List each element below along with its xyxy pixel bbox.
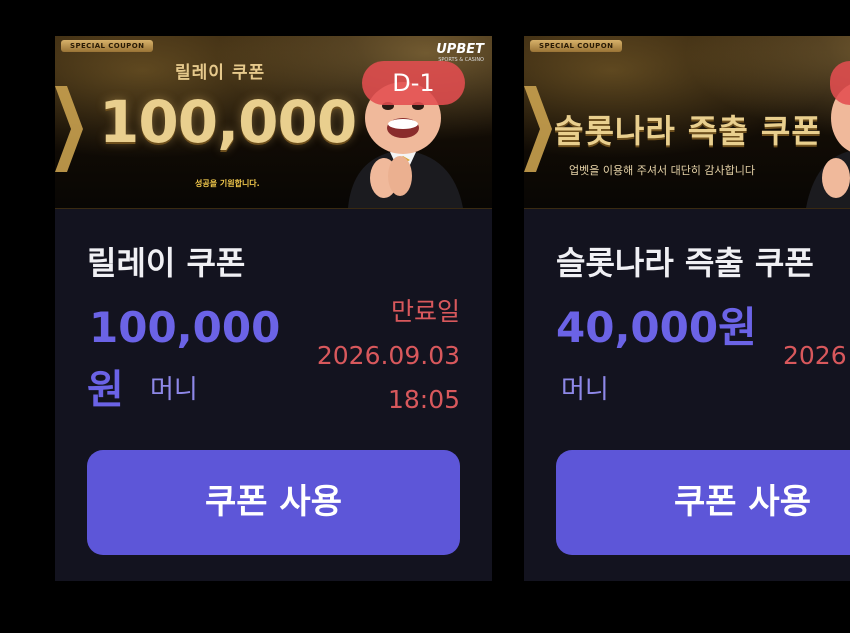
use-coupon-button[interactable]: 쿠폰 사용	[87, 450, 460, 555]
coupon-amount: 100,000	[89, 303, 281, 352]
banner-subtitle: 릴레이 쿠폰	[175, 63, 266, 83]
coupon-card: SPECIAL COUPON 슬롯나라 즉출 쿠폰 업벳을 이용해 주셔서 대단…	[524, 36, 850, 581]
coupon-title: 슬롯나라 즉출 쿠폰	[556, 244, 814, 282]
d-day-badge: D-1	[362, 61, 465, 105]
chevron-right-icon	[55, 86, 83, 172]
use-coupon-button[interactable]: 쿠폰 사용	[556, 450, 850, 555]
chevron-right-icon	[524, 86, 552, 172]
coupon-type: 머니	[150, 375, 198, 405]
coupon-amount-unit: 원	[87, 367, 124, 413]
expiry-time: 18:05	[387, 385, 460, 414]
coupon-title: 릴레이 쿠폰	[87, 244, 246, 282]
banner-amount: 100,000	[99, 88, 357, 156]
coupon-card: SPECIAL COUPON 릴레이 쿠폰 100,000 성공을 기원합니다.…	[55, 36, 492, 581]
banner-message: 성공을 기원합니다.	[195, 179, 260, 188]
coupon-amount: 40,000원	[556, 303, 757, 352]
expiry-date: 2026.09.03	[316, 341, 460, 370]
special-coupon-tag: SPECIAL COUPON	[530, 40, 623, 52]
coupon-type: 머니	[561, 375, 609, 405]
expiry-label: 만료일	[390, 297, 460, 326]
coupon-banner: SPECIAL COUPON 슬롯나라 즉출 쿠폰 업벳을 이용해 주셔서 대단…	[524, 36, 850, 209]
expiry-date: 2026	[783, 341, 847, 370]
special-coupon-tag: SPECIAL COUPON	[61, 40, 154, 52]
banner-message: 업벳을 이용해 주셔서 대단히 감사합니다	[569, 164, 756, 177]
banner-title: 슬롯나라 즉출 쿠폰	[554, 112, 822, 150]
